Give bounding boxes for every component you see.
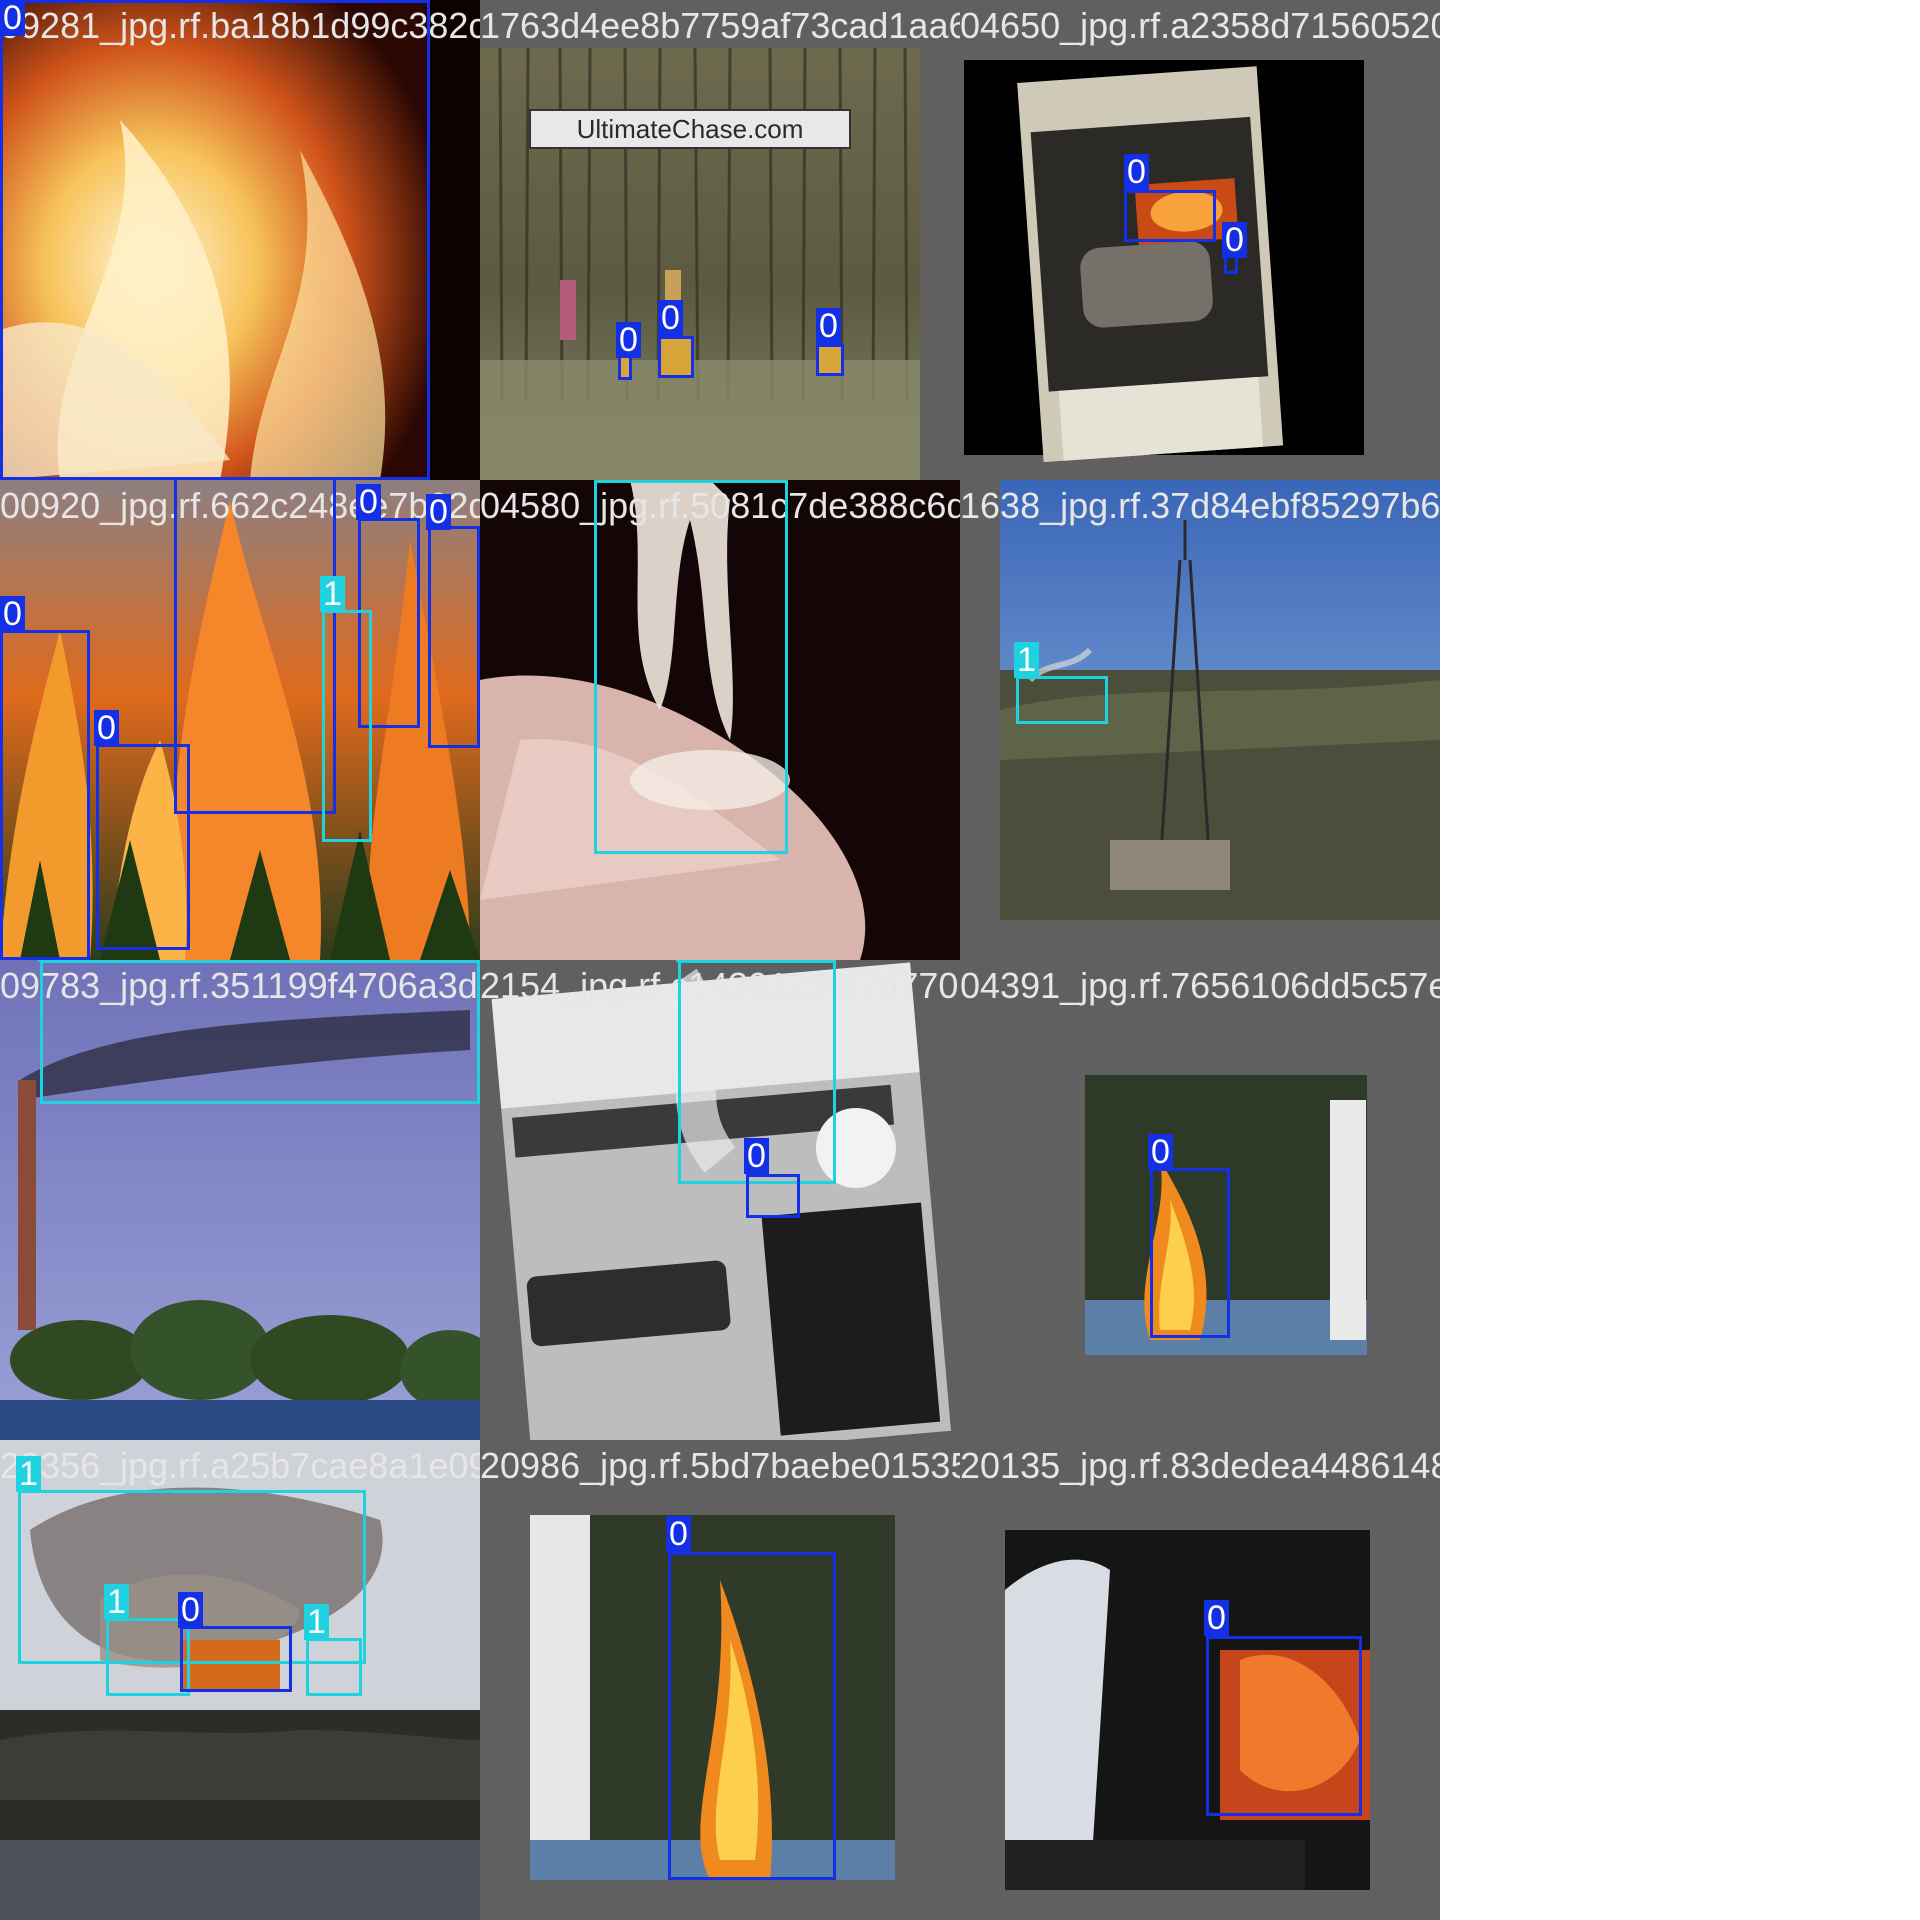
bbox-fire	[746, 1174, 800, 1218]
tile-1: UltimateChase.com 1763d4ee8b7759af73cad1…	[480, 0, 960, 480]
bbox-class-label: 0	[816, 308, 841, 344]
bbox-class-label: 0	[426, 494, 451, 530]
tile-7: 2154_jpg.rf.c14391220f7d7708ed04c4c9e 1 …	[480, 960, 960, 1440]
bbox-class-label: 1	[104, 1584, 129, 1620]
bbox-class-label: 0	[666, 1516, 691, 1552]
bbox-class-label: 0	[356, 484, 381, 520]
tile-5: 1638_jpg.rf.37d84ebf85297b633488ab9eb9 1	[960, 480, 1440, 960]
bbox-smoke	[594, 480, 788, 854]
bbox-class-label: 0	[616, 322, 641, 358]
tile-8: 04391_jpg.rf.7656106dd5c57e4 0	[960, 960, 1440, 1440]
bbox-fire	[0, 0, 430, 480]
bbox-class-label: 0	[1148, 1134, 1173, 1170]
tile-4: 04580_jpg.rf.5081c7de388c6d13248e2f46f20…	[480, 480, 960, 960]
bbox-fire	[668, 1552, 836, 1880]
bbox-class-label: 0	[1222, 222, 1247, 258]
bbox-class-label: 1	[38, 960, 63, 962]
bbox-fire	[658, 336, 694, 378]
bbox-class-label: 0	[94, 710, 119, 746]
bbox-fire	[174, 480, 336, 814]
tile-6: 09783_jpg.rf.351199f4706a3d104ec6a0b4b72…	[0, 960, 480, 1440]
bbox-fire	[180, 1626, 292, 1692]
bbox-fire	[816, 344, 844, 376]
bbox-class-label: 1	[676, 960, 701, 962]
tile-3: 00920_jpg.rf.662c248ee7b02d920b1d3d9f7a1…	[0, 480, 480, 960]
bbox-class-label: 1	[1014, 642, 1039, 678]
tile-0: 09281_jpg.rf.ba18b1d99c382c0631dd0ef8fd3…	[0, 0, 480, 480]
bbox-smoke	[106, 1618, 190, 1696]
bbox-fire	[1150, 1168, 1230, 1338]
tile-10: 20986_jpg.rf.5bd7baebe015357a0bf83dedea4…	[480, 1440, 960, 1920]
bbox-class-label: 0	[178, 1592, 203, 1628]
bbox-class-label: 0	[744, 1138, 769, 1174]
bbox-class-label: 0	[658, 300, 683, 336]
bbox-class-label: 0	[1204, 1600, 1229, 1636]
bbox-class-label: 0	[0, 596, 25, 632]
bbox-class-label: 0	[1124, 154, 1149, 190]
tile-9: 20356_jpg.rf.a25b7cae8a1e0983d80326f4e32…	[0, 1440, 480, 1920]
bbox-smoke	[306, 1638, 362, 1696]
sign-text: UltimateChase.com	[576, 114, 804, 144]
tile-2: 04650_jpg.rf.a2358d71560520b6fe953d767ef…	[960, 0, 1440, 480]
bbox-fire	[428, 526, 480, 748]
bbox-smoke	[40, 960, 480, 1104]
bbox-fire	[1124, 190, 1216, 242]
car-fire-photo	[960, 1440, 1440, 1920]
bbox-class-label: 0	[0, 0, 25, 36]
bbox-class-label: 1	[16, 1456, 41, 1492]
bbox-smoke	[322, 610, 372, 842]
annotated-image-mosaic: 09281_jpg.rf.ba18b1d99c382c0631dd0ef8fd3…	[0, 0, 1920, 1920]
bbox-fire	[1206, 1636, 1362, 1816]
bbox-fire	[96, 744, 190, 950]
tile-11: 20135_jpg.rf.83dedea44861489867f60dc3fc7…	[960, 1440, 1440, 1920]
bbox-class-label: 1	[304, 1604, 329, 1640]
bbox-smoke	[1016, 676, 1108, 724]
bbox-fire	[0, 630, 90, 960]
bbox-class-label: 1	[320, 576, 345, 612]
forest-photo	[480, 0, 960, 480]
